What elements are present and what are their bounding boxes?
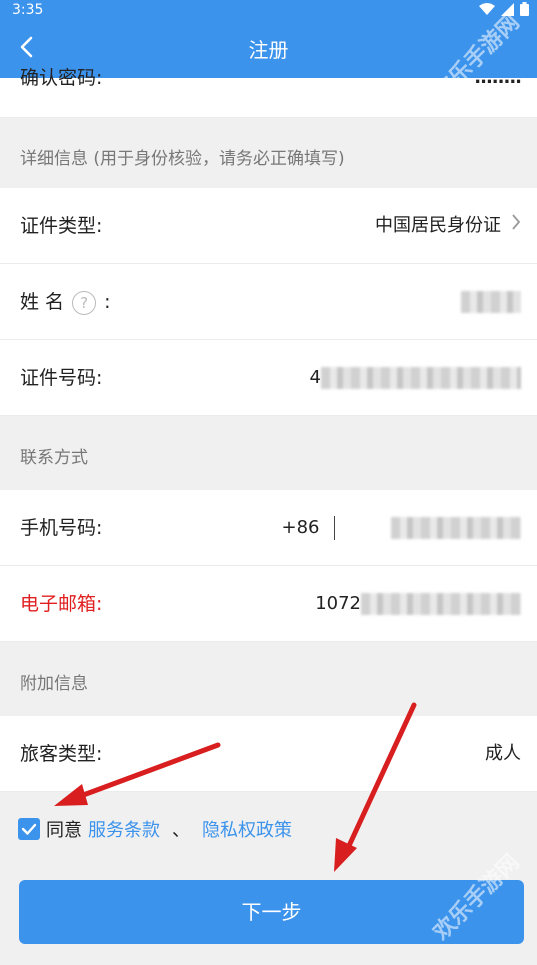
- chevron-right-icon: [511, 188, 521, 264]
- id-type-value-wrap[interactable]: 中国居民身份证: [375, 188, 521, 264]
- id-type-value: 中国居民身份证: [375, 215, 501, 236]
- passenger-type-row[interactable]: 旅客类型: 成人: [0, 716, 537, 792]
- section-header-details: 详细信息 (用于身份核验，请务必正确填写): [20, 149, 345, 169]
- phone-row[interactable]: 手机号码: +86: [0, 490, 537, 566]
- id-number-row[interactable]: 证件号码: 4: [0, 340, 537, 416]
- email-prefix: 1072: [315, 593, 361, 614]
- id-number-label: 证件号码:: [20, 367, 103, 389]
- phone-country-code[interactable]: +86: [282, 490, 320, 566]
- name-value[interactable]: [461, 264, 521, 340]
- agree-text: 同意: [46, 820, 82, 841]
- registration-form: 确认密码: ........ 详细信息 (用于身份核验，请务必正确填写) 证件类…: [0, 67, 537, 792]
- phone-label: 手机号码:: [20, 517, 103, 539]
- name-row[interactable]: 姓 名 ? :: [0, 264, 537, 340]
- status-bar: 3:35: [0, 0, 537, 22]
- id-number-value[interactable]: 4: [310, 340, 521, 416]
- id-number-prefix: 4: [309, 367, 321, 388]
- status-time: 3:35: [12, 2, 44, 18]
- section-header-extra: 附加信息: [20, 674, 88, 694]
- battery-icon: [520, 2, 529, 20]
- phone-divider: [333, 516, 335, 540]
- email-redacted: [361, 593, 521, 615]
- phone-redacted: [391, 517, 521, 539]
- name-label-colon: :: [104, 291, 111, 313]
- id-type-label: 证件类型:: [20, 215, 103, 237]
- passenger-type-value[interactable]: 成人: [485, 716, 521, 792]
- section-header-contact: 联系方式: [20, 448, 88, 468]
- email-row[interactable]: 电子邮箱: 1072: [0, 566, 537, 642]
- privacy-link[interactable]: 隐私权政策: [202, 816, 292, 842]
- help-icon[interactable]: ?: [72, 290, 97, 315]
- id-number-redacted: [321, 367, 521, 389]
- agree-checkbox[interactable]: [18, 818, 40, 840]
- phone-value[interactable]: +86: [282, 490, 521, 566]
- id-type-row[interactable]: 证件类型: 中国居民身份证: [0, 188, 537, 264]
- agreement-separator: 、: [172, 820, 190, 841]
- agreement-row: 同意 服务条款 、 隐私权政策: [18, 816, 292, 842]
- name-label-text: 姓 名: [20, 291, 65, 313]
- terms-link[interactable]: 服务条款: [88, 816, 160, 842]
- name-value-redacted: [461, 291, 521, 313]
- email-label: 电子邮箱:: [20, 593, 103, 615]
- name-label: 姓 名 ? :: [20, 264, 111, 340]
- confirm-password-label: 确认密码:: [20, 67, 103, 89]
- email-value[interactable]: 1072: [315, 566, 521, 642]
- passenger-type-label: 旅客类型:: [20, 743, 103, 765]
